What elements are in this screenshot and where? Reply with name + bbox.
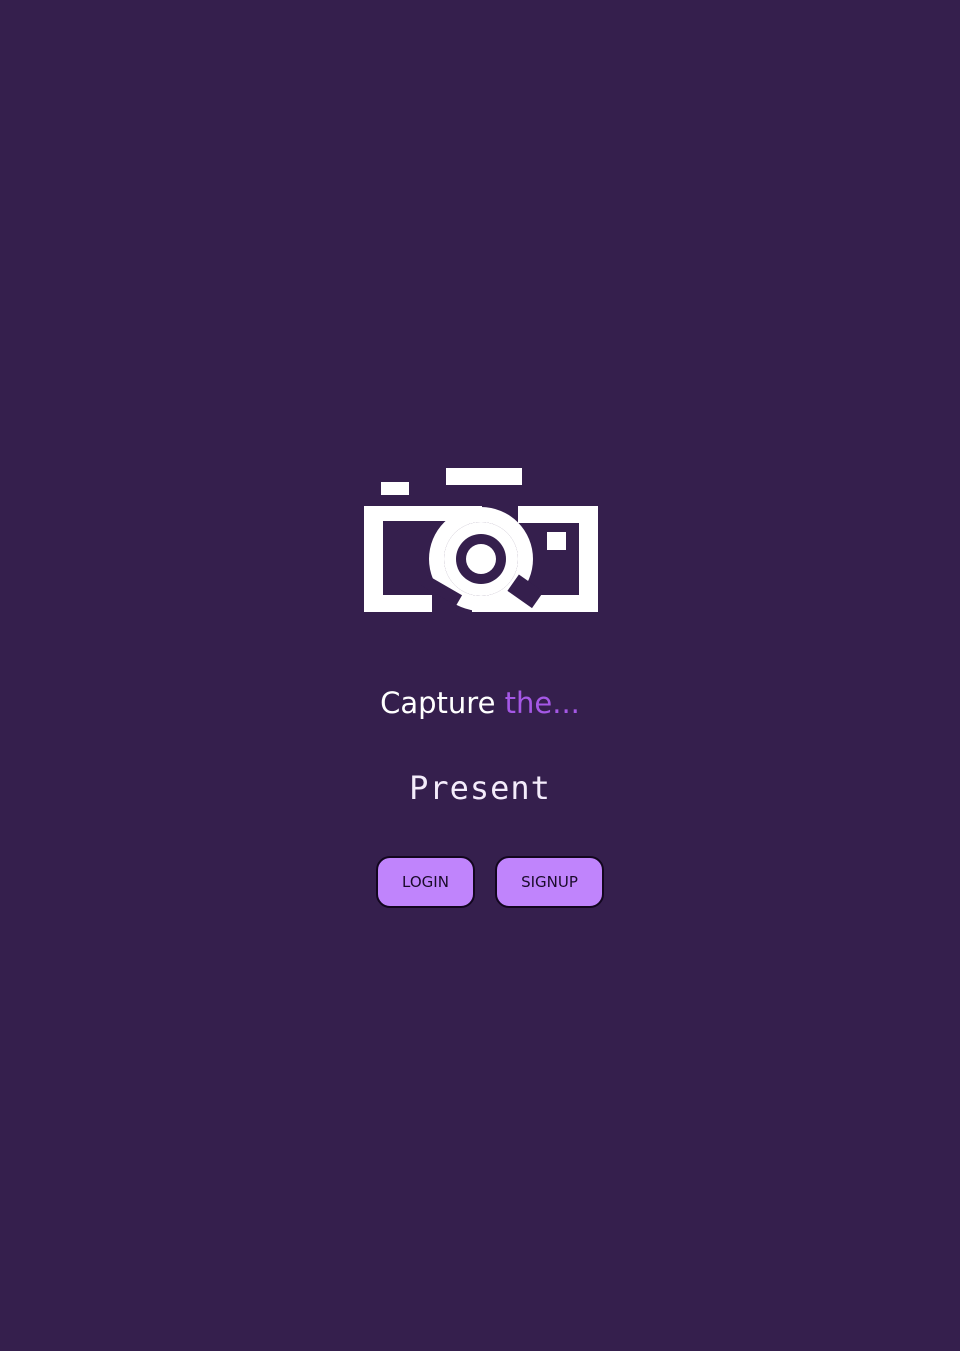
tagline-prefix: Capture [380,686,496,720]
tagline: Capture the... [0,684,960,722]
camera-logo [362,466,600,616]
camera-icon [364,468,598,612]
rotating-word: Present [409,769,551,807]
login-button[interactable]: LOGIN [376,856,475,908]
signup-button[interactable]: SIGNUP [495,856,604,908]
tagline-accent: the... [504,686,580,720]
